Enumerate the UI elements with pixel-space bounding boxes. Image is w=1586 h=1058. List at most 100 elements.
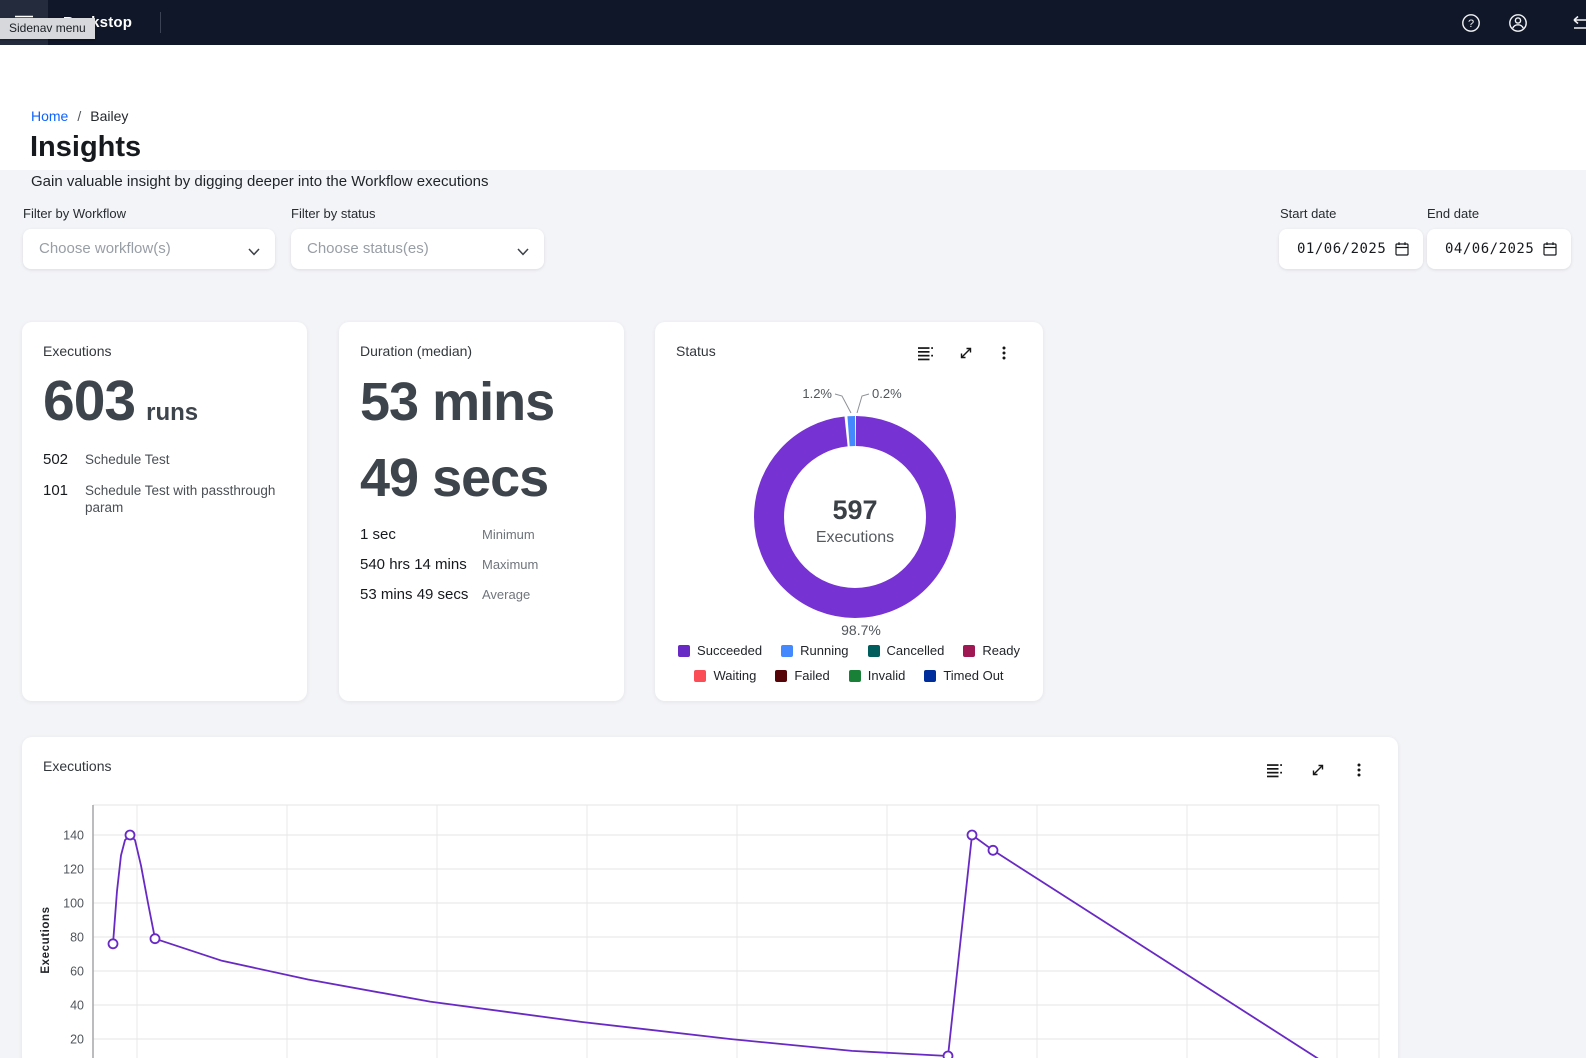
start-date-label: Start date (1280, 206, 1336, 221)
duration-stat-label: Maximum (482, 557, 538, 572)
duration-median-line2: 49 secs (360, 440, 554, 516)
status-dropdown[interactable]: Choose status(es) (291, 229, 544, 269)
chevron-down-icon (517, 244, 529, 259)
y-axis-title: Executions (40, 906, 52, 973)
y-tick-label: 20 (70, 1033, 84, 1047)
legend-swatch (678, 645, 690, 657)
y-tick-label: 40 (70, 999, 84, 1013)
donut-center-value: 597 (832, 495, 877, 525)
legend-label: Running (800, 643, 848, 658)
start-date-value: 01/06/2025 (1297, 241, 1386, 257)
help-button[interactable]: ? (1456, 8, 1486, 38)
legend-item-succeeded[interactable]: Succeeded (678, 643, 762, 658)
legend-label: Timed Out (943, 668, 1003, 683)
breakdown-count: 101 (43, 482, 85, 517)
legend-label: Waiting (713, 668, 756, 683)
switcher-button[interactable] (1566, 8, 1586, 38)
end-date-input[interactable]: 04/06/2025 (1427, 229, 1571, 269)
legend-item-cancelled[interactable]: Cancelled (868, 643, 945, 658)
page-subtitle: Gain valuable insight by digging deeper … (31, 173, 489, 190)
status-dropdown-placeholder: Choose status(es) (307, 240, 429, 257)
legend-swatch (963, 645, 975, 657)
legend-item-waiting[interactable]: Waiting (694, 668, 756, 683)
data-point-marker (126, 831, 135, 840)
duration-stat-value: 1 sec (360, 526, 482, 543)
duration-stat-row: 1 secMinimum (360, 526, 605, 543)
executions-line-chart: 140 120 100 80 60 40 20 Executions (22, 737, 1398, 1058)
legend-swatch (781, 645, 793, 657)
legend-swatch (775, 670, 787, 682)
executions-breakdown-list: 502Schedule Test101Schedule Test with pa… (43, 451, 288, 530)
y-tick-label: 120 (63, 863, 84, 877)
legend-swatch (849, 670, 861, 682)
data-point-marker (109, 939, 118, 948)
start-date-input[interactable]: 01/06/2025 (1279, 229, 1423, 269)
legend-swatch (924, 670, 936, 682)
status-card: Status 597Executions98.7%1.2%0.2% Succee… (655, 322, 1043, 701)
chevron-down-icon (248, 244, 260, 259)
workflow-dropdown[interactable]: Choose workflow(s) (23, 229, 275, 269)
end-date-value: 04/06/2025 (1445, 241, 1534, 257)
legend-item-timed-out[interactable]: Timed Out (924, 668, 1003, 683)
breadcrumb: Home/Bailey (31, 108, 128, 124)
legend-item-running[interactable]: Running (781, 643, 848, 658)
executions-card-title: Executions (43, 343, 111, 359)
donut-callout-label: 1.2% (802, 386, 832, 401)
y-tick-label: 80 (70, 931, 84, 945)
executions-total-value: 603 (43, 368, 135, 434)
breadcrumb-home-link[interactable]: Home (31, 108, 68, 124)
executions-total: 603 runs (43, 368, 198, 434)
legend-label: Succeeded (697, 643, 762, 658)
donut-callout-label: 0.2% (872, 386, 902, 401)
user-profile-button[interactable] (1503, 8, 1533, 38)
status-donut-chart: 597 Executions 98.7% 1.2% 0.2% (655, 322, 1043, 652)
legend-label: Ready (982, 643, 1020, 658)
donut-callout-line (835, 394, 851, 413)
legend-swatch (868, 645, 880, 657)
duration-stat-row: 53 mins 49 secsAverage (360, 586, 605, 603)
filter-workflow-label: Filter by Workflow (23, 206, 126, 221)
help-icon: ? (1456, 11, 1486, 35)
svg-text:?: ? (1468, 18, 1474, 30)
y-tick-label: 60 (70, 965, 84, 979)
duration-stats-list: 1 secMinimum 540 hrs 14 minsMaximum 53 min… (360, 526, 605, 616)
duration-stat-label: Minimum (482, 527, 535, 542)
sidenav-tooltip: Sidenav menu (0, 18, 95, 39)
y-tick-label: 140 (63, 829, 84, 843)
breakdown-workflow-name: Schedule Test (85, 451, 285, 469)
top-nav-bar: Backstop ? Sidenav menu (0, 0, 1586, 45)
donut-center-label: Executions (816, 529, 894, 546)
donut-main-percent-label: 98.7% (841, 622, 881, 638)
status-legend-row-2: Waiting Failed Invalid Timed Out (655, 668, 1043, 683)
end-date-label: End date (1427, 206, 1479, 221)
executions-summary-card: Executions 603 runs 502Schedule Test101S… (22, 322, 307, 701)
legend-swatch (694, 670, 706, 682)
duration-stat-row: 540 hrs 14 minsMaximum (360, 556, 605, 573)
execution-breakdown-row: 101Schedule Test with passthrough param (43, 482, 288, 517)
y-tick-label: 100 (63, 897, 84, 911)
executions-line-series (113, 835, 1367, 1058)
legend-label: Cancelled (887, 643, 945, 658)
status-legend-row-1: Succeeded Running Cancelled Ready (655, 643, 1043, 658)
user-avatar-icon (1503, 11, 1533, 35)
workflow-dropdown-placeholder: Choose workflow(s) (39, 240, 171, 257)
breakdown-count: 502 (43, 451, 85, 469)
page-title: Insights (30, 131, 141, 164)
page-header-band: Home/Bailey Insights Gain valuable insig… (0, 45, 1586, 170)
data-point-marker (151, 934, 160, 943)
duration-stat-label: Average (482, 587, 530, 602)
data-point-marker (989, 846, 998, 855)
switcher-arrows-icon (1566, 11, 1586, 35)
duration-median-value: 53 mins 49 secs (360, 364, 554, 516)
legend-item-failed[interactable]: Failed (775, 668, 829, 683)
duration-median-line1: 53 mins (360, 364, 554, 440)
legend-label: Invalid (868, 668, 906, 683)
legend-item-invalid[interactable]: Invalid (849, 668, 906, 683)
data-point-marker (944, 1052, 953, 1058)
header-divider (160, 12, 161, 33)
legend-item-ready[interactable]: Ready (963, 643, 1020, 658)
breadcrumb-separator: / (77, 108, 81, 124)
duration-stat-value: 53 mins 49 secs (360, 586, 482, 603)
executions-total-unit: runs (146, 399, 198, 427)
breakdown-workflow-name: Schedule Test with passthrough param (85, 482, 285, 517)
